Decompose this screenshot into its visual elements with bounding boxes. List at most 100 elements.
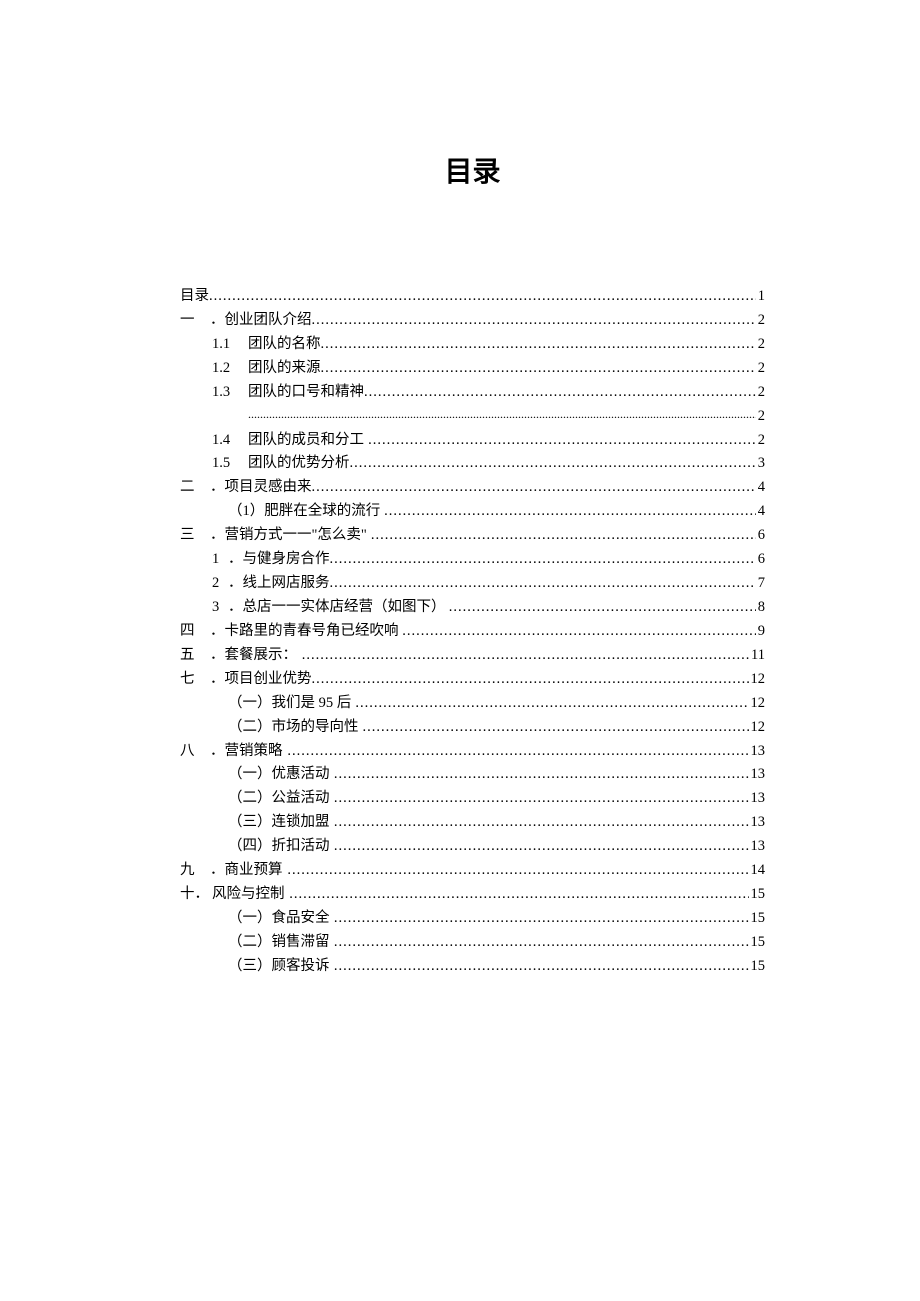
toc-label: 风险与控制 — [212, 883, 285, 907]
toc-label: ．营销方式一一"怎么卖" — [210, 524, 367, 548]
toc-page: 11 — [749, 644, 765, 668]
toc-page: 6 — [756, 524, 765, 548]
toc-row: （二）销售滞留 15 — [180, 931, 765, 955]
toc-leader — [334, 931, 749, 955]
toc-page: 13 — [749, 740, 766, 764]
toc-leader — [248, 405, 756, 425]
toc-row: （四）折扣活动 13 — [180, 835, 765, 859]
toc-page: 15 — [749, 907, 766, 931]
toc-page: 4 — [756, 476, 765, 500]
toc-label: （1）肥胖在全球的流行 — [228, 500, 380, 524]
toc-leader — [449, 596, 756, 620]
toc-row: 五 ．套餐展示： 11 — [180, 644, 765, 668]
page-title: 目录 — [180, 150, 765, 190]
toc-leader — [363, 716, 749, 740]
toc-row: 1.2 团队的来源 2 — [180, 357, 765, 381]
toc-page: 7 — [756, 572, 765, 596]
toc-label: 团队的成员和分工 — [248, 429, 364, 453]
toc-label: （四）折扣活动 — [228, 835, 330, 859]
toc-label: ．卡路里的青春号角已经吹响 — [210, 620, 399, 644]
toc-row: 九 ．商业预算 14 — [180, 859, 765, 883]
toc-label: ．与健身房合作 — [228, 548, 330, 572]
toc-row: （一）我们是 95 后 12 — [180, 692, 765, 716]
toc-num: 1.1 — [212, 333, 248, 357]
toc-label: （三）连锁加盟 — [228, 811, 330, 835]
toc-row: 1 ．与健身房合作 6 — [180, 548, 765, 572]
toc-num: 三 — [180, 524, 210, 548]
toc-page: 8 — [756, 596, 765, 620]
toc-page: 13 — [749, 835, 766, 859]
toc-page: 13 — [749, 763, 766, 787]
toc-label: ．创业团队介绍 — [210, 309, 312, 333]
toc-leader — [334, 787, 749, 811]
toc-row: 2 — [180, 405, 765, 429]
toc-page: 13 — [749, 787, 766, 811]
toc-label: ．商业预算 — [210, 859, 283, 883]
toc-leader — [302, 644, 749, 668]
toc-label: ．套餐展示： — [210, 644, 297, 668]
toc-num: 一 — [180, 309, 210, 333]
toc-page: 12 — [749, 692, 766, 716]
toc-label: 团队的来源 — [248, 357, 321, 381]
toc-page: 4 — [756, 500, 765, 524]
toc-label: （二）公益活动 — [228, 787, 330, 811]
toc-row: （二）市场的导向性 12 — [180, 716, 765, 740]
toc-num: 3 — [212, 596, 228, 620]
toc-page: 2 — [756, 405, 765, 429]
toc-row: 一 ．创业团队介绍 2 — [180, 309, 765, 333]
toc-row: （一）食品安全 15 — [180, 907, 765, 931]
toc-label: （一）我们是 95 后 — [228, 692, 351, 716]
toc-row: 3 ．总店一一实体店经营（如图下） 8 — [180, 596, 765, 620]
toc-num: 1.4 — [212, 429, 248, 453]
toc-leader — [209, 285, 756, 309]
toc-leader — [334, 907, 749, 931]
toc-label: 团队的口号和精神 — [248, 381, 364, 405]
toc-leader — [334, 835, 749, 859]
toc-leader — [321, 333, 756, 357]
toc-page: 15 — [749, 955, 766, 979]
toc-leader — [364, 381, 756, 405]
toc-row: 十． 风险与控制 15 — [180, 883, 765, 907]
toc-num: 1.3 — [212, 381, 248, 405]
toc-label: （三）顾客投诉 — [228, 955, 330, 979]
toc-page: 2 — [756, 381, 765, 405]
toc-label: 目录 — [180, 285, 209, 309]
toc-row: 1.1 团队的名称 2 — [180, 333, 765, 357]
toc-label: ．项目创业优势 — [210, 668, 312, 692]
toc-page: 2 — [756, 429, 765, 453]
toc-row: 目录 1 — [180, 285, 765, 309]
table-of-contents: 目录 1 一 ．创业团队介绍 2 1.1 团队的名称 2 1.2 团队的来源 2… — [180, 285, 765, 979]
toc-row: 三 ．营销方式一一"怎么卖" 6 — [180, 524, 765, 548]
toc-page: 15 — [749, 931, 766, 955]
toc-num: 九 — [180, 859, 210, 883]
toc-label: 团队的名称 — [248, 333, 321, 357]
toc-row: （1）肥胖在全球的流行 4 — [180, 500, 765, 524]
toc-leader — [371, 524, 756, 548]
toc-row: （三）顾客投诉 15 — [180, 955, 765, 979]
toc-row: 1.3 团队的口号和精神 2 — [180, 381, 765, 405]
toc-label: （二）市场的导向性 — [228, 716, 359, 740]
toc-row: 1.4 团队的成员和分工 2 — [180, 429, 765, 453]
toc-leader — [334, 811, 749, 835]
toc-leader — [368, 429, 756, 453]
toc-leader — [312, 476, 756, 500]
toc-num: 八 — [180, 740, 210, 764]
toc-label: ．营销策略 — [210, 740, 283, 764]
toc-page: 12 — [749, 716, 766, 740]
toc-row: （三）连锁加盟 13 — [180, 811, 765, 835]
toc-label: 团队的优势分析 — [248, 452, 350, 476]
toc-num: 七 — [180, 668, 210, 692]
toc-num: 二 — [180, 476, 210, 500]
toc-page: 9 — [756, 620, 765, 644]
toc-leader — [289, 883, 748, 907]
toc-row: （一）优惠活动 13 — [180, 763, 765, 787]
toc-leader — [384, 500, 756, 524]
toc-leader — [334, 763, 749, 787]
toc-page: 1 — [756, 285, 765, 309]
toc-row: 七 ．项目创业优势 12 — [180, 668, 765, 692]
document-page: 目录 目录 1 一 ．创业团队介绍 2 1.1 团队的名称 2 1.2 团队的来… — [0, 0, 920, 979]
toc-page: 6 — [756, 548, 765, 572]
toc-leader — [312, 309, 756, 333]
toc-leader — [330, 572, 756, 596]
toc-row: 八 ．营销策略 13 — [180, 740, 765, 764]
